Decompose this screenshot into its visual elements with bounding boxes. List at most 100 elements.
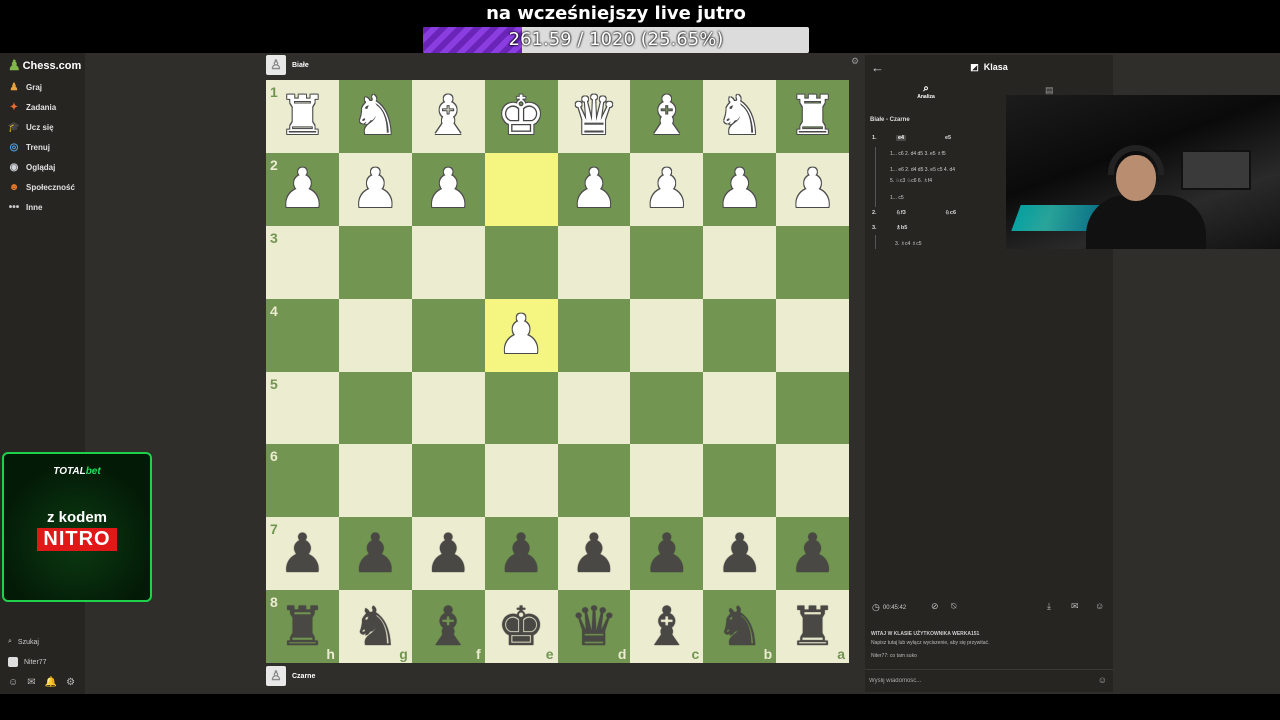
white-rook-icon[interactable]: ♜ (788, 89, 836, 143)
board-square[interactable] (776, 444, 849, 518)
board-square[interactable] (776, 371, 849, 445)
white-pawn-icon[interactable]: ♟ (278, 162, 326, 216)
variation[interactable]: 1... c5 (890, 195, 904, 201)
board-square[interactable]: ♚ (484, 80, 558, 153)
board-square[interactable]: 8 h ♜ (266, 590, 339, 663)
board-square[interactable] (411, 298, 485, 372)
board-square[interactable] (703, 444, 777, 518)
board-square[interactable] (411, 371, 485, 445)
sidebar-item-3[interactable]: ◎ Trenuj (8, 141, 50, 153)
board-square[interactable]: ♟ (557, 152, 631, 226)
friends-icon[interactable]: ☺ (8, 677, 18, 688)
board-square[interactable]: ♟ (338, 517, 412, 591)
board-square[interactable]: ♜ (776, 80, 849, 153)
board-square[interactable] (411, 225, 485, 299)
black-pawn-icon[interactable]: ♟ (643, 526, 691, 581)
white-rook-icon[interactable]: ♜ (278, 89, 326, 143)
board-settings-icon[interactable]: ⚙ (851, 56, 859, 67)
sidebar-item-0[interactable]: ♟ Graj (8, 81, 43, 93)
board-square[interactable]: ♟ (776, 517, 849, 591)
board-square[interactable]: ♟ (630, 152, 704, 226)
black-pawn-icon[interactable]: ♟ (497, 526, 545, 581)
board-square[interactable]: ♝ (411, 80, 485, 153)
board-square[interactable] (630, 371, 704, 445)
board-square[interactable] (484, 444, 558, 518)
board-square[interactable] (411, 444, 485, 518)
board-square[interactable]: ♝ (630, 80, 704, 153)
board-square[interactable]: ♟ (630, 517, 704, 591)
board-square[interactable] (776, 298, 849, 372)
black-pawn-icon[interactable]: ♟ (351, 526, 399, 581)
board-square[interactable]: 6 (266, 444, 339, 518)
board-square[interactable]: 7 ♟ (266, 517, 339, 591)
board-square[interactable]: ♟ (338, 152, 412, 226)
white-knight-icon[interactable]: ♞ (715, 89, 763, 143)
search-link[interactable]: ⌕ Szukaj (8, 638, 39, 646)
black-queen-icon[interactable]: ♛ (570, 599, 618, 654)
board-square[interactable] (703, 225, 777, 299)
board-square[interactable]: ♟ (776, 152, 849, 226)
move-white[interactable]: e4 (896, 135, 907, 141)
board-square[interactable] (557, 371, 631, 445)
board-square[interactable]: g ♞ (338, 590, 412, 663)
move-black[interactable]: ♘c6 (945, 210, 956, 216)
board-square[interactable]: 3 (266, 225, 339, 299)
board-square[interactable] (338, 225, 412, 299)
white-pawn-icon[interactable]: ♟ (497, 308, 545, 362)
sidebar-item-5[interactable]: ☻ Społeczność (8, 181, 75, 193)
board-square[interactable] (557, 298, 631, 372)
board-square[interactable]: e ♚ (484, 590, 558, 663)
board-square[interactable]: ♟ (411, 517, 485, 591)
board-square[interactable] (703, 298, 777, 372)
black-pawn-icon[interactable]: ♟ (715, 526, 763, 581)
white-pawn-icon[interactable]: ♟ (715, 162, 763, 216)
variation[interactable]: 1... c6 2. d4 d5 3. e5 ♗f5 (890, 151, 946, 157)
board-square[interactable]: ♟ (411, 152, 485, 226)
users-icon[interactable]: ☺ (1095, 601, 1104, 611)
download-icon[interactable]: ⤓ (1047, 601, 1051, 612)
board-square[interactable]: ♟ (703, 152, 777, 226)
board-square[interactable]: ♟ (484, 517, 558, 591)
board-square[interactable]: ♟ (557, 517, 631, 591)
move-white[interactable]: ♘f3 (896, 210, 906, 216)
black-rook-icon[interactable]: ♜ (278, 599, 326, 654)
emoji-icon[interactable]: ☺ (1098, 675, 1107, 685)
board-square[interactable] (630, 225, 704, 299)
board-square[interactable]: ♞ (703, 80, 777, 153)
board-square[interactable]: a ♜ (776, 590, 849, 663)
move-black[interactable]: e5 (945, 135, 951, 141)
board-square[interactable]: ♞ (338, 80, 412, 153)
board-square[interactable] (338, 298, 412, 372)
black-pawn-icon[interactable]: ♟ (570, 526, 618, 581)
white-knight-icon[interactable]: ♞ (351, 89, 399, 143)
board-square[interactable] (630, 298, 704, 372)
black-knight-icon[interactable]: ♞ (715, 599, 763, 654)
board-square[interactable]: ♟ (484, 298, 558, 372)
black-pawn-icon[interactable]: ♟ (278, 526, 326, 581)
sidebar-item-1[interactable]: ✦ Zadania (8, 101, 56, 113)
board-square[interactable]: 5 (266, 371, 339, 445)
board-square[interactable] (776, 225, 849, 299)
gear-icon[interactable]: ⚙ (66, 677, 75, 688)
chess-logo[interactable]: ♟ Chess.com (8, 57, 81, 74)
white-bishop-icon[interactable]: ♝ (424, 89, 472, 143)
white-bishop-icon[interactable]: ♝ (643, 89, 691, 143)
board-square[interactable] (484, 152, 558, 226)
black-rook-icon[interactable]: ♜ (788, 599, 836, 654)
variation[interactable]: 3. ♗c4 ♗c5 (895, 241, 921, 247)
white-king-icon[interactable]: ♚ (497, 89, 545, 143)
board-square[interactable]: d ♛ (557, 590, 631, 663)
chat-icon[interactable]: ✉ (1071, 601, 1079, 612)
white-pawn-icon[interactable]: ♟ (424, 162, 472, 216)
bell-icon[interactable]: 🔔 (45, 677, 57, 688)
white-queen-icon[interactable]: ♛ (570, 89, 618, 143)
board-square[interactable] (484, 371, 558, 445)
black-bishop-icon[interactable]: ♝ (424, 599, 472, 654)
board-square[interactable]: 4 (266, 298, 339, 372)
sidebar-item-4[interactable]: ◉ Oglądaj (8, 161, 56, 173)
board-square[interactable] (338, 371, 412, 445)
board-square[interactable] (630, 444, 704, 518)
black-pawn-icon[interactable]: ♟ (424, 526, 472, 581)
messages-icon[interactable]: ✉ (27, 677, 35, 688)
white-pawn-icon[interactable]: ♟ (351, 162, 399, 216)
